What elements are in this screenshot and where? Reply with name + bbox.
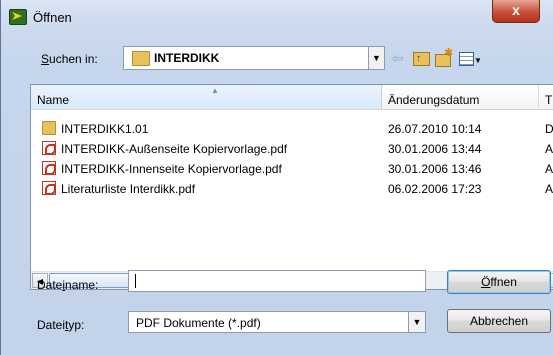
lookin-value: INTERDIKK xyxy=(154,51,220,65)
open-button[interactable]: Öffnen xyxy=(447,270,551,294)
filetype-label: Dateityp: xyxy=(37,318,85,332)
filename-input[interactable] xyxy=(128,270,426,292)
list-item[interactable]: INTERDIKK-Innenseite Kopiervorlage.pdf 3… xyxy=(31,158,553,178)
new-folder-icon[interactable]: ✱ xyxy=(435,47,453,67)
list-header: Name ▲ Änderungsdatum T xyxy=(31,85,553,110)
column-name-label: Name xyxy=(37,93,70,107)
app-icon xyxy=(9,9,27,25)
folder-icon xyxy=(42,121,56,135)
folder-icon xyxy=(132,51,150,66)
open-button-rest: ffnen xyxy=(490,275,517,289)
lookin-combo[interactable]: INTERDIKK ▼ xyxy=(123,46,385,70)
file-name: Literaturliste Interdikk.pdf xyxy=(61,182,196,196)
window-title: Öffnen xyxy=(33,10,72,25)
title-bar: Öffnen x xyxy=(1,0,553,34)
column-type-label: T xyxy=(545,93,553,107)
views-menu-icon[interactable]: ▼ xyxy=(459,50,482,66)
chevron-down-icon[interactable]: ▼ xyxy=(408,312,425,332)
file-date: 30.01.2006 13:46 xyxy=(388,162,482,176)
file-type: A xyxy=(545,182,553,196)
column-header-name[interactable]: Name ▲ xyxy=(31,85,382,109)
file-date: 30.01.2006 13:44 xyxy=(388,142,482,156)
lookin-label: Suchen in: xyxy=(41,52,98,66)
list-item[interactable]: Literaturliste Interdikk.pdf 06.02.2006 … xyxy=(31,178,553,198)
close-button[interactable]: x xyxy=(492,0,540,23)
filetype-value: PDF Dokumente (*.pdf) xyxy=(136,316,261,330)
file-name: INTERDIKK-Innenseite Kopiervorlage.pdf xyxy=(61,162,282,176)
pdf-icon xyxy=(42,141,56,155)
file-name: INTERDIKK-Außenseite Kopiervorlage.pdf xyxy=(61,142,288,156)
file-type: D xyxy=(545,122,553,136)
file-type: A xyxy=(545,162,553,176)
text-caret xyxy=(135,274,136,288)
cancel-button[interactable]: Abbrechen xyxy=(447,309,551,333)
column-date-label: Änderungsdatum xyxy=(388,93,480,107)
file-type: A xyxy=(545,142,553,156)
pdf-icon xyxy=(42,181,56,195)
file-date: 06.02.2006 17:23 xyxy=(388,182,482,196)
column-header-date[interactable]: Änderungsdatum xyxy=(382,85,539,109)
lookin-toolbar: Suchen in: INTERDIKK ▼ ⇦ ↑ ✱ ▼ xyxy=(1,43,553,73)
pdf-icon xyxy=(42,161,56,175)
open-dialog: Öffnen x Suchen in: INTERDIKK ▼ ⇦ ↑ ✱ ▼ … xyxy=(0,0,553,355)
list-item[interactable]: INTERDIKK-Außenseite Kopiervorlage.pdf 3… xyxy=(31,138,553,158)
file-list[interactable]: Name ▲ Änderungsdatum T INTERDIKK1.01 26… xyxy=(30,84,553,290)
file-name: INTERDIKK1.01 xyxy=(61,122,149,136)
back-arrow-icon[interactable]: ⇦ xyxy=(392,50,404,66)
sort-ascending-icon: ▲ xyxy=(211,86,219,95)
file-date: 26.07.2010 10:14 xyxy=(388,122,482,136)
list-item[interactable]: INTERDIKK1.01 26.07.2010 10:14 D xyxy=(31,118,553,138)
lookin-label-rest: uchen in: xyxy=(49,52,98,66)
up-one-level-icon[interactable]: ↑ xyxy=(413,50,430,66)
column-header-type[interactable]: T xyxy=(539,85,553,109)
filename-label: Dateiname: xyxy=(37,278,99,292)
filetype-select[interactable]: PDF Dokumente (*.pdf) ▼ xyxy=(128,311,426,333)
chevron-down-icon[interactable]: ▼ xyxy=(368,47,384,69)
